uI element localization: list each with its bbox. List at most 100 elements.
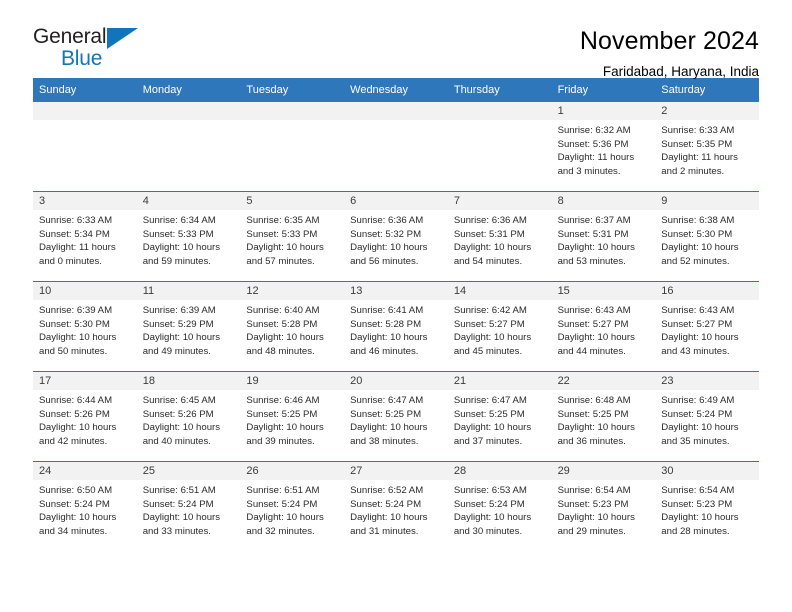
sunrise-text: Sunrise: 6:43 AM <box>661 305 735 316</box>
calendar-day-cell[interactable]: 3 Sunrise: 6:33 AM Sunset: 5:34 PM Daylight… <box>33 192 137 281</box>
day-number: 18 <box>136 372 241 390</box>
sunset-text: Sunset: 5:31 PM <box>557 228 629 240</box>
calendar-day-cell[interactable]: 6 Sunrise: 6:36 AM Sunset: 5:32 PM Daylight… <box>344 192 448 281</box>
day-number: 16 <box>655 282 759 300</box>
sunset-text: Sunset: 5:28 PM <box>246 318 318 330</box>
calendar-day-cell[interactable]: 15 Sunrise: 6:43 AM Sunset: 5:27 PM Dayligh… <box>551 282 656 371</box>
day-details: Sunrise: 6:36 AM Sunset: 5:31 PM Daylight:… <box>448 210 552 268</box>
day-details: Sunrise: 6:44 AM Sunset: 5:26 PM Daylight:… <box>33 390 137 448</box>
day-details: Sunrise: 6:51 AM Sunset: 5:24 PM Daylight:… <box>240 480 344 538</box>
daylight-text: Daylight: 10 hours and 52 minutes. <box>661 242 739 267</box>
sunset-text: Sunset: 5:36 PM <box>557 138 629 150</box>
daylight-text: Daylight: 10 hours and 57 minutes. <box>246 242 324 267</box>
calendar-day-cell[interactable]: 21 Sunrise: 6:47 AM Sunset: 5:25 PM Dayligh… <box>447 372 552 461</box>
sunrise-text: Sunrise: 6:53 AM <box>453 485 527 496</box>
daylight-text: Daylight: 10 hours and 35 minutes. <box>661 422 739 447</box>
calendar-day-cell[interactable]: 17 Sunrise: 6:44 AM Sunset: 5:26 PM Dayligh… <box>33 372 137 461</box>
day-number <box>344 102 448 120</box>
day-details: Sunrise: 6:45 AM Sunset: 5:26 PM Daylight:… <box>137 390 241 448</box>
calendar-day-cell[interactable]: 19 Sunrise: 6:46 AM Sunset: 5:25 PM Dayligh… <box>240 372 345 461</box>
calendar-day-cell[interactable]: 8 Sunrise: 6:37 AM Sunset: 5:31 PM Daylight… <box>551 192 656 281</box>
day-details: Sunrise: 6:47 AM Sunset: 5:25 PM Daylight:… <box>344 390 448 448</box>
general-blue-logo[interactable]: General Blue <box>33 26 151 72</box>
day-number: 15 <box>551 282 656 300</box>
day-details: Sunrise: 6:42 AM Sunset: 5:27 PM Daylight:… <box>448 300 552 358</box>
day-details: Sunrise: 6:40 AM Sunset: 5:28 PM Daylight:… <box>240 300 344 358</box>
day-details: Sunrise: 6:33 AM Sunset: 5:34 PM Daylight:… <box>33 210 137 268</box>
sunset-text: Sunset: 5:25 PM <box>246 408 318 420</box>
sunset-text: Sunset: 5:35 PM <box>661 138 733 150</box>
calendar-day-cell[interactable]: 13 Sunrise: 6:41 AM Sunset: 5:28 PM Dayligh… <box>344 282 448 371</box>
sunset-text: Sunset: 5:31 PM <box>453 228 525 240</box>
day-number: 9 <box>655 192 759 210</box>
daylight-text: Daylight: 10 hours and 53 minutes. <box>557 242 635 267</box>
calendar-day-cell[interactable]: 2 Sunrise: 6:33 AM Sunset: 5:35 PM Daylight… <box>655 102 759 191</box>
sunset-text: Sunset: 5:33 PM <box>246 228 318 240</box>
weekday-header-row: Sunday Monday Tuesday Wednesday Thursday… <box>33 78 759 102</box>
calendar-day-cell[interactable]: 27 Sunrise: 6:52 AM Sunset: 5:24 PM Dayligh… <box>344 462 448 551</box>
page-masthead: General Blue November 2024 Faridabad, Ha… <box>0 0 792 79</box>
calendar-day-cell[interactable]: 7 Sunrise: 6:36 AM Sunset: 5:31 PM Daylight… <box>447 192 552 281</box>
calendar-day-cell[interactable]: 22 Sunrise: 6:48 AM Sunset: 5:25 PM Dayligh… <box>551 372 656 461</box>
calendar-day-cell[interactable]: 29 Sunrise: 6:54 AM Sunset: 5:23 PM Dayligh… <box>551 462 656 551</box>
calendar-day-cell[interactable]: 10 Sunrise: 6:39 AM Sunset: 5:30 PM Dayligh… <box>33 282 137 371</box>
calendar-day-cell[interactable]: 18 Sunrise: 6:45 AM Sunset: 5:26 PM Dayligh… <box>136 372 241 461</box>
day-details: Sunrise: 6:54 AM Sunset: 5:23 PM Daylight:… <box>655 480 759 538</box>
day-number: 25 <box>136 462 241 480</box>
calendar-day-cell[interactable]: 30 Sunrise: 6:54 AM Sunset: 5:23 PM Dayligh… <box>655 462 759 551</box>
sunset-text: Sunset: 5:24 PM <box>350 498 422 510</box>
calendar-day-cell[interactable]: 20 Sunrise: 6:47 AM Sunset: 5:25 PM Dayligh… <box>344 372 448 461</box>
day-details: Sunrise: 6:39 AM Sunset: 5:30 PM Daylight:… <box>33 300 137 358</box>
daylight-text: Daylight: 10 hours and 49 minutes. <box>142 332 221 357</box>
calendar-day-cell[interactable]: 9 Sunrise: 6:38 AM Sunset: 5:30 PM Daylight… <box>655 192 759 281</box>
weekday-header-saturday: Saturday <box>661 84 706 96</box>
sunset-text: Sunset: 5:24 PM <box>661 408 733 420</box>
calendar-day-cell[interactable]: 28 Sunrise: 6:53 AM Sunset: 5:24 PM Dayligh… <box>447 462 552 551</box>
daylight-text: Daylight: 11 hours and 3 minutes. <box>557 152 635 177</box>
day-number: 23 <box>655 372 759 390</box>
calendar-day-cell[interactable]: 14 Sunrise: 6:42 AM Sunset: 5:27 PM Dayligh… <box>447 282 552 371</box>
calendar-day-cell-empty <box>240 102 345 191</box>
day-details: Sunrise: 6:50 AM Sunset: 5:24 PM Daylight:… <box>33 480 137 538</box>
calendar-day-cell[interactable]: 4 Sunrise: 6:34 AM Sunset: 5:33 PM Daylight… <box>136 192 241 281</box>
sunset-text: Sunset: 5:29 PM <box>142 318 214 330</box>
day-details: Sunrise: 6:36 AM Sunset: 5:32 PM Daylight:… <box>344 210 448 268</box>
sunrise-text: Sunrise: 6:36 AM <box>350 215 424 226</box>
day-details: Sunrise: 6:43 AM Sunset: 5:27 PM Daylight:… <box>552 300 656 358</box>
weekday-header-monday: Monday <box>142 84 182 96</box>
day-number: 7 <box>447 192 552 210</box>
daylight-text: Daylight: 10 hours and 59 minutes. <box>142 242 221 267</box>
weekday-header-thursday: Thursday <box>453 84 500 96</box>
day-details: Sunrise: 6:37 AM Sunset: 5:31 PM Daylight:… <box>552 210 656 268</box>
calendar-day-cell[interactable]: 26 Sunrise: 6:51 AM Sunset: 5:24 PM Dayligh… <box>240 462 345 551</box>
sunrise-text: Sunrise: 6:49 AM <box>661 395 735 406</box>
calendar-day-cell[interactable]: 11 Sunrise: 6:39 AM Sunset: 5:29 PM Dayligh… <box>136 282 241 371</box>
day-details: Sunrise: 6:48 AM Sunset: 5:25 PM Daylight:… <box>552 390 656 448</box>
daylight-text: Daylight: 10 hours and 46 minutes. <box>350 332 428 357</box>
sunset-text: Sunset: 5:24 PM <box>39 498 110 510</box>
calendar-week-row: 17 Sunrise: 6:44 AM Sunset: 5:26 PM Dayligh… <box>33 371 759 461</box>
day-number: 24 <box>33 462 137 480</box>
daylight-text: Daylight: 10 hours and 39 minutes. <box>246 422 324 447</box>
calendar-day-cell[interactable]: 1 Sunrise: 6:32 AM Sunset: 5:36 PM Daylight… <box>551 102 656 191</box>
sunset-text: Sunset: 5:34 PM <box>39 228 110 240</box>
calendar-day-cell[interactable]: 5 Sunrise: 6:35 AM Sunset: 5:33 PM Daylight… <box>240 192 345 281</box>
triangle-icon <box>107 28 138 49</box>
calendar-day-cell[interactable]: 12 Sunrise: 6:40 AM Sunset: 5:28 PM Dayligh… <box>240 282 345 371</box>
calendar-day-cell-empty <box>136 102 241 191</box>
calendar-day-cell[interactable]: 25 Sunrise: 6:51 AM Sunset: 5:24 PM Dayligh… <box>136 462 241 551</box>
calendar-day-cell[interactable]: 23 Sunrise: 6:49 AM Sunset: 5:24 PM Dayligh… <box>655 372 759 461</box>
calendar-day-cell[interactable]: 16 Sunrise: 6:43 AM Sunset: 5:27 PM Dayligh… <box>655 282 759 371</box>
calendar-day-cell[interactable]: 24 Sunrise: 6:50 AM Sunset: 5:24 PM Dayligh… <box>33 462 137 551</box>
daylight-text: Daylight: 10 hours and 42 minutes. <box>39 422 117 447</box>
sunrise-text: Sunrise: 6:48 AM <box>557 395 631 406</box>
day-details: Sunrise: 6:32 AM Sunset: 5:36 PM Daylight:… <box>552 120 656 178</box>
day-number: 3 <box>33 192 137 210</box>
sunset-text: Sunset: 5:24 PM <box>142 498 214 510</box>
day-number: 26 <box>240 462 345 480</box>
sunrise-text: Sunrise: 6:33 AM <box>39 215 113 226</box>
day-number <box>33 102 137 120</box>
sunset-text: Sunset: 5:28 PM <box>350 318 422 330</box>
day-details: Sunrise: 6:47 AM Sunset: 5:25 PM Daylight:… <box>448 390 552 448</box>
daylight-text: Daylight: 10 hours and 43 minutes. <box>661 332 739 357</box>
